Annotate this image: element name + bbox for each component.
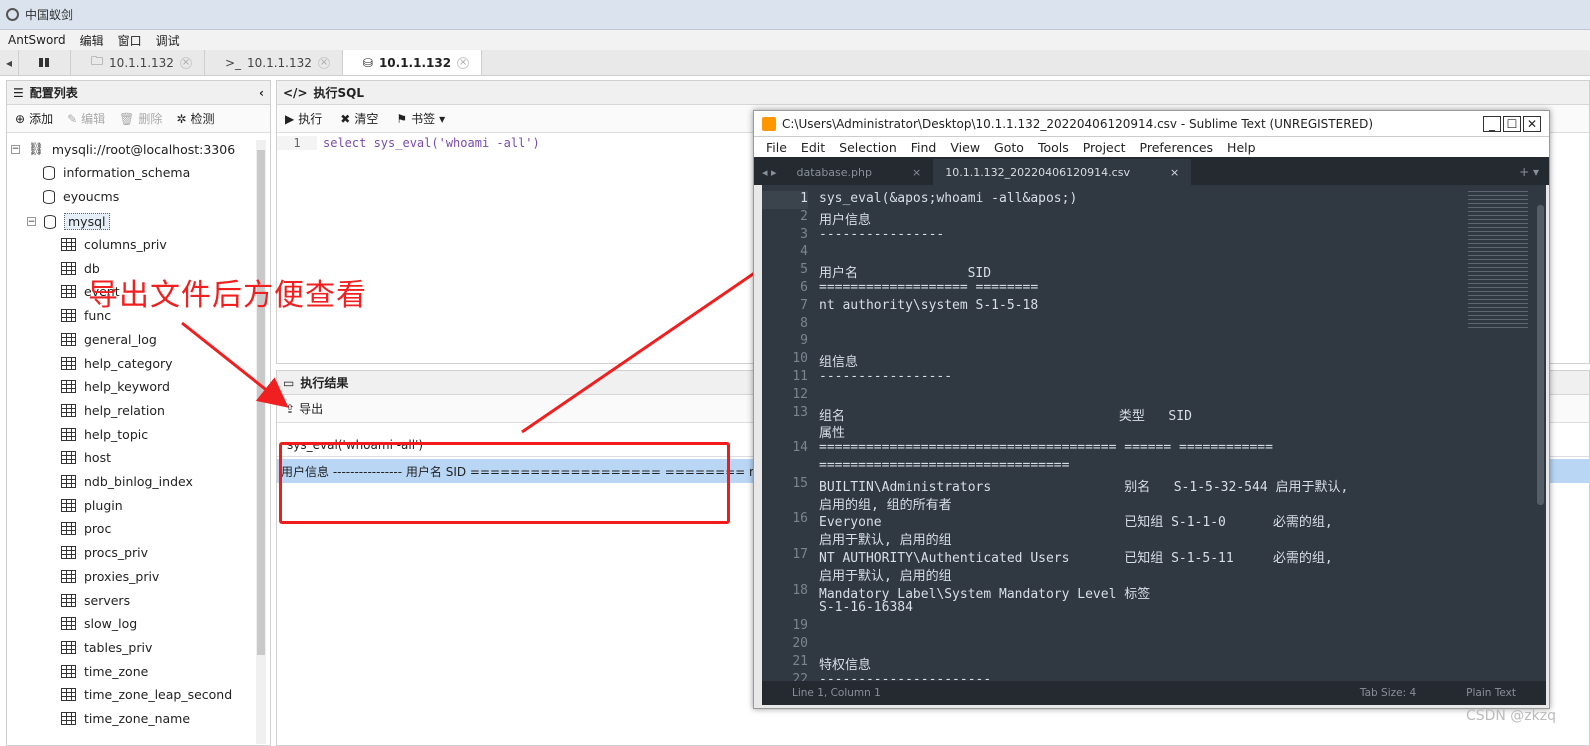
line-number: 14 (792, 440, 808, 456)
line-number: 11 (792, 369, 808, 384)
watermark: CSDN @zkzq (1465, 708, 1556, 724)
line-number: 16 (792, 511, 808, 527)
code-line: BUILTIN\Administrators 别名 S-1-5-32-544 启… (819, 479, 1349, 495)
line-number: 15 (792, 475, 808, 491)
tab-nav-icon[interactable]: ◂ ▸ (762, 166, 777, 179)
line-number: 6 (800, 280, 808, 295)
line-number: 9 (800, 333, 808, 349)
line-number: 18 (792, 582, 808, 598)
close-button[interactable]: ✕ (1523, 115, 1541, 132)
editor-scrollbar[interactable] (1537, 205, 1544, 505)
sublime-menu-item[interactable]: Project (1083, 140, 1126, 155)
arrow-to-export (181, 321, 289, 408)
line-number: 2 (800, 208, 808, 224)
sublime-logo-icon (762, 116, 776, 131)
code-line: 组信息 (819, 355, 859, 371)
line-number: 17 (792, 547, 808, 562)
line-number: 20 (792, 636, 808, 651)
sublime-menu-item[interactable]: File (766, 140, 787, 155)
sublime-tabs: ◂ ▸ database.php × 10.1.1.132_20220406120… (754, 157, 1549, 185)
code-line: 启用的组, 组的所有者 (819, 497, 952, 513)
line-number: 4 (800, 244, 808, 260)
new-tab-icon[interactable]: + ▾ (1519, 165, 1549, 179)
minimap[interactable] (1468, 191, 1528, 331)
code-line: =================== ======== (819, 280, 1039, 295)
sublime-editor[interactable]: 1 sys_eval(&apos;whoami -all&apos;) 2 用户信息 3… (762, 185, 1546, 681)
line-number: 8 (800, 315, 808, 331)
line-number: 12 (792, 386, 808, 402)
code-line: 属性 (819, 426, 846, 442)
maximize-button[interactable]: ☐ (1503, 115, 1521, 132)
line-number: 22 (792, 671, 808, 681)
line-number: 7 (800, 297, 808, 313)
code-line: ---------------- (819, 226, 945, 242)
line-number: 21 (792, 653, 808, 669)
line-number: 13 (792, 404, 808, 420)
code-line: Everyone 已知组 S-1-1-0 必需的组, (819, 515, 1333, 531)
sublime-menu-item[interactable]: Selection (839, 140, 897, 155)
line-number: 10 (792, 351, 808, 367)
sublime-menu-item[interactable]: Help (1227, 140, 1256, 155)
sublime-menu-item[interactable]: Tools (1038, 140, 1069, 155)
code-line: 组名 类型 SID (819, 408, 1192, 424)
sublime-tab-active[interactable]: 10.1.1.132_20220406120914.csv × (933, 159, 1192, 185)
sublime-titlebar: C:\Users\Administrator\Desktop\10.1.1.13… (754, 111, 1549, 137)
code-line: S-1-16-16384 (819, 600, 913, 616)
code-line: ---------------------- (819, 671, 992, 681)
sublime-menu-item[interactable]: View (950, 140, 980, 155)
code-line: Mandatory Label\System Mandatory Level 标… (819, 586, 1151, 602)
code-line: sys_eval(&apos;whoami -all&apos;) (819, 191, 1078, 206)
code-line: nt authority\system S-1-5-18 (819, 297, 1039, 313)
line-number: 1 (800, 191, 808, 206)
code-line: NT AUTHORITY\Authenticated Users 已知组 S-1… (819, 551, 1333, 566)
line-number: 5 (800, 262, 808, 278)
sublime-menu-item[interactable]: Find (911, 140, 937, 155)
code-line: 用户名 SID (819, 266, 992, 282)
code-line: ================================ (819, 458, 1070, 473)
sublime-statusbar: Line 1, Column 1 Tab Size: 4 Plain Text (762, 681, 1546, 705)
code-line: ----------------- (819, 369, 953, 384)
sublime-menu-item[interactable]: Edit (801, 140, 825, 155)
code-line: 启用于默认, 启用的组 (819, 533, 952, 549)
sublime-menu-item[interactable]: Preferences (1140, 140, 1214, 155)
sublime-menu: File Edit Selection Find View Goto Tools Projec… (754, 137, 1549, 157)
code-line: 启用于默认, 启用的组 (819, 568, 952, 584)
sublime-menu-item[interactable]: Goto (994, 140, 1024, 155)
line-number: 3 (800, 226, 808, 242)
code-line: 特权信息 (819, 657, 872, 673)
line-number: 19 (792, 618, 808, 634)
code-line: ====================================== =… (819, 440, 1273, 456)
sublime-tab[interactable]: database.php × (785, 159, 934, 185)
close-icon[interactable]: × (1170, 166, 1179, 179)
sublime-window: C:\Users\Administrator\Desktop\10.1.1.13… (753, 110, 1550, 709)
minimize-button[interactable]: _ (1483, 115, 1501, 132)
code-line: 用户信息 (819, 212, 872, 228)
close-icon[interactable]: × (912, 166, 921, 179)
